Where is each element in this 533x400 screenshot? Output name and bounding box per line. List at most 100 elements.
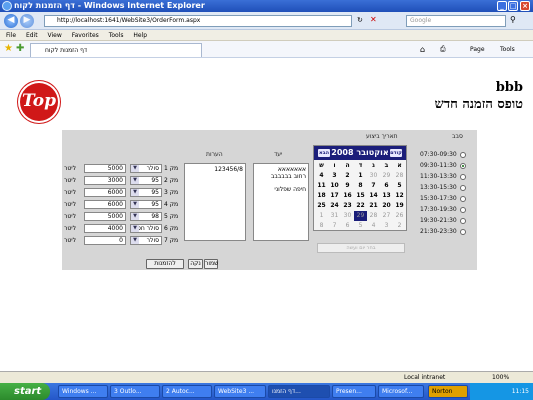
calendar-day[interactable]: 14 — [367, 191, 380, 201]
calendar-day[interactable]: 30 — [367, 171, 380, 181]
back-icon[interactable]: ◀ — [4, 14, 18, 28]
taskbar-item[interactable]: Windows ... — [58, 385, 108, 398]
print-icon[interactable]: ⎙ — [440, 45, 446, 54]
menu-help[interactable]: Help — [133, 32, 147, 39]
search-input[interactable]: Google — [406, 15, 506, 27]
taskbar-item[interactable]: Presen... — [332, 385, 376, 398]
slot-radio[interactable] — [459, 173, 466, 180]
menu-file[interactable]: File — [6, 32, 16, 39]
product-select[interactable]: ▼ סולר — [130, 164, 162, 173]
chevron-down-icon[interactable]: ▼ — [131, 213, 139, 220]
menu-edit[interactable]: Edit — [26, 32, 38, 39]
calendar-day[interactable]: 12 — [393, 191, 406, 201]
calendar-day[interactable]: 30 — [341, 211, 354, 221]
calendar-day[interactable]: 25 — [315, 201, 328, 211]
taskbar-item[interactable]: Microsof... — [378, 385, 424, 398]
calendar-day[interactable]: 1 — [315, 211, 328, 221]
calendar-day[interactable]: 4 — [367, 221, 380, 231]
time-slot[interactable]: 07:30-09:30 — [420, 151, 475, 162]
calendar-day[interactable]: 5 — [393, 181, 406, 191]
quantity-input[interactable]: 6000 — [84, 188, 126, 197]
time-slot[interactable]: 15:30-17:30 — [420, 195, 475, 206]
taskbar-item[interactable]: 2 Autoc... — [162, 385, 212, 398]
calendar-day[interactable]: 29 — [354, 211, 367, 221]
page-menu[interactable]: Page — [470, 46, 485, 53]
destination-textarea[interactable]: אאאאאאא רחוב בבבבבב חיפה שפלוני — [253, 163, 309, 241]
calendar-action-button[interactable]: בחר יום ועשה — [317, 243, 405, 253]
quantity-input[interactable]: 5000 — [84, 164, 126, 173]
calendar-day[interactable]: 3 — [328, 171, 341, 181]
calendar-day[interactable]: 3 — [380, 221, 393, 231]
calendar-day[interactable]: 18 — [315, 191, 328, 201]
calendar-day[interactable]: 7 — [328, 221, 341, 231]
quantity-input[interactable]: 4000 — [84, 224, 126, 233]
slot-radio[interactable] — [459, 162, 466, 169]
product-select[interactable]: ▼ 95 — [130, 176, 162, 185]
chevron-down-icon[interactable]: ▼ — [131, 189, 139, 196]
product-select[interactable]: ▼ 98 — [130, 212, 162, 221]
calendar-day[interactable]: 9 — [341, 181, 354, 191]
norton-item[interactable]: Norton — [428, 385, 468, 398]
time-slot[interactable]: 11:30-13:30 — [420, 173, 475, 184]
calendar-day[interactable]: 2 — [393, 221, 406, 231]
calendar-day[interactable]: 16 — [341, 191, 354, 201]
refresh-icon[interactable]: ↻ — [357, 16, 363, 24]
home-icon[interactable]: ⌂ — [420, 45, 425, 54]
calendar-day[interactable]: 11 — [315, 181, 328, 191]
chevron-down-icon[interactable]: ▼ — [131, 177, 139, 184]
calendar-day[interactable]: 26 — [393, 211, 406, 221]
orders-button[interactable]: להזמנות — [146, 259, 184, 269]
calendar-day[interactable]: 31 — [328, 211, 341, 221]
slot-radio[interactable] — [459, 151, 466, 158]
time-slot[interactable]: 09:30-11:30 — [420, 162, 475, 173]
stop-icon[interactable]: ✕ — [370, 15, 377, 24]
calendar-day[interactable]: 22 — [354, 201, 367, 211]
time-slot[interactable]: 21:30-23:30 — [420, 228, 475, 239]
slot-radio[interactable] — [459, 228, 466, 235]
slot-radio[interactable] — [459, 217, 466, 224]
tools-menu[interactable]: Tools — [500, 46, 515, 53]
forward-icon[interactable]: ▶ — [20, 14, 34, 28]
chevron-down-icon[interactable]: ▼ — [131, 237, 139, 244]
quantity-input[interactable]: 0 — [84, 236, 126, 245]
clear-button[interactable]: נקה — [188, 259, 203, 269]
favorites-star-icon[interactable]: ★ — [4, 43, 13, 54]
calendar-day[interactable]: 1 — [354, 171, 367, 181]
product-select[interactable]: ▼ סולר חסכ — [130, 224, 162, 233]
calendar-day[interactable]: 10 — [328, 181, 341, 191]
calendar-day[interactable]: 19 — [393, 201, 406, 211]
calendar-day[interactable]: 15 — [354, 191, 367, 201]
slot-radio[interactable] — [459, 184, 466, 191]
time-slot[interactable]: 13:30-15:30 — [420, 184, 475, 195]
product-select[interactable]: ▼ סולר — [130, 236, 162, 245]
product-select[interactable]: ▼ 95 — [130, 188, 162, 197]
save-button[interactable]: שמור — [204, 259, 218, 269]
menu-favorites[interactable]: Favorites — [72, 32, 99, 39]
slot-radio[interactable] — [459, 206, 466, 213]
notes-textarea[interactable]: 123456/8 — [184, 163, 246, 241]
calendar-day[interactable]: 17 — [328, 191, 341, 201]
maximize-button[interactable]: □ — [508, 1, 518, 11]
slot-radio[interactable] — [459, 195, 466, 202]
browser-tab[interactable]: דף הזמנות לקוח — [30, 43, 202, 57]
calendar-day[interactable]: 23 — [341, 201, 354, 211]
calendar-day[interactable]: 28 — [393, 171, 406, 181]
chevron-down-icon[interactable]: ▼ — [131, 165, 139, 172]
chevron-down-icon[interactable]: ▼ — [131, 225, 139, 232]
address-input[interactable]: http://localhost:1641/WebSite3/OrderForm… — [44, 15, 352, 27]
time-slot[interactable]: 19:30-21:30 — [420, 217, 475, 228]
taskbar-item-active[interactable]: דף הזמנו... — [268, 385, 330, 398]
chevron-down-icon[interactable]: ▼ — [131, 201, 139, 208]
time-slot[interactable]: 17:30-19:30 — [420, 206, 475, 217]
product-select[interactable]: ▼ 95 — [130, 200, 162, 209]
quantity-input[interactable]: 6000 — [84, 200, 126, 209]
calendar-day[interactable]: 8 — [315, 221, 328, 231]
menu-tools[interactable]: Tools — [109, 32, 124, 39]
calendar-day[interactable]: 8 — [354, 181, 367, 191]
close-window-button[interactable]: × — [520, 1, 530, 11]
calendar-day[interactable]: 27 — [380, 211, 393, 221]
calendar-day[interactable]: 21 — [367, 201, 380, 211]
calendar-day[interactable]: 20 — [380, 201, 393, 211]
calendar-day[interactable]: 13 — [380, 191, 393, 201]
calendar-day[interactable]: 29 — [380, 171, 393, 181]
